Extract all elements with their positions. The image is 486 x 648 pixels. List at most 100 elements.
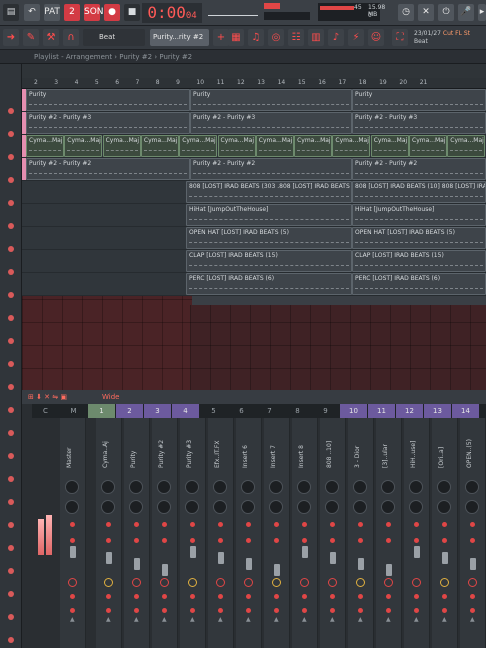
- volume-knob[interactable]: [213, 500, 227, 514]
- tag-icon[interactable]: ⛶: [392, 29, 408, 46]
- route-indicator[interactable]: [162, 594, 167, 599]
- track-enable-dot[interactable]: [8, 499, 14, 505]
- route-indicator[interactable]: [358, 522, 363, 527]
- mixer-column-number[interactable]: 6: [228, 404, 255, 418]
- route-indicator[interactable]: [246, 608, 251, 613]
- route-indicator[interactable]: [470, 594, 475, 599]
- route-indicator[interactable]: [330, 608, 335, 613]
- track-enable-dot[interactable]: [8, 200, 14, 206]
- menu-icon[interactable]: ▤: [3, 4, 19, 21]
- pattern-clip[interactable]: Cyma...Maj: [179, 135, 218, 157]
- mixer-strip[interactable]: 3 - Dior ▲: [348, 418, 374, 648]
- track-enable-dot[interactable]: [8, 361, 14, 367]
- route-indicator[interactable]: [274, 538, 279, 543]
- mixer-column-number[interactable]: 9: [312, 404, 339, 418]
- record-button[interactable]: ●: [104, 4, 120, 21]
- plus-icon[interactable]: +: [213, 29, 229, 46]
- pattern-selector[interactable]: Purity...rity #2: [150, 29, 209, 46]
- mixer-column-number[interactable]: 13: [424, 404, 451, 418]
- route-arrow-icon[interactable]: ▲: [386, 616, 391, 623]
- pan-knob[interactable]: [297, 480, 311, 494]
- pattern-clip[interactable]: Cyma...Maj: [447, 135, 486, 157]
- more-icon[interactable]: ▸: [478, 4, 486, 21]
- mixer-strip[interactable]: Efx..IT.FX ▲: [208, 418, 234, 648]
- fx-enable-ring[interactable]: [328, 578, 337, 587]
- close-icon[interactable]: ✕: [418, 4, 434, 21]
- time-display[interactable]: 0:0004: [142, 3, 202, 23]
- route-arrow-icon[interactable]: ▲: [70, 616, 75, 623]
- plug-icon[interactable]: ⚡: [348, 29, 364, 46]
- route-indicator[interactable]: [386, 608, 391, 613]
- volume-knob[interactable]: [65, 500, 79, 514]
- playlist-track[interactable]: Cyma...Maj Cyma...Maj Cyma...Maj Cyma...Maj…: [22, 135, 486, 158]
- route-indicator[interactable]: [162, 538, 167, 543]
- playlist-track[interactable]: HiHat [JumpOutTheHouse] HiHat [JumpOutThe…: [22, 204, 486, 227]
- route-indicator[interactable]: [442, 594, 447, 599]
- mixer-strip[interactable]: Purity ▲: [124, 418, 150, 648]
- mixer-column-number[interactable]: 14: [452, 404, 479, 418]
- song-button[interactable]: SONG: [84, 4, 111, 21]
- volume-knob[interactable]: [353, 500, 367, 514]
- pan-knob[interactable]: [65, 480, 79, 494]
- mixer-toolbar-icons[interactable]: ⊞ ⬇ ✕ ⇋ ▣: [28, 390, 67, 404]
- pan-knob[interactable]: [157, 480, 171, 494]
- volume-fader[interactable]: [106, 552, 112, 564]
- playlist-track[interactable]: Purity #2 - Purity #2 Purity #2 - Purity …: [22, 158, 486, 181]
- plugin-icon[interactable]: ⏻: [438, 4, 454, 21]
- route-arrow-icon[interactable]: ▲: [134, 616, 139, 623]
- pan-knob[interactable]: [325, 480, 339, 494]
- track-enable-dot[interactable]: [8, 223, 14, 229]
- route-indicator[interactable]: [414, 538, 419, 543]
- pattern-clip[interactable]: Purity #2 - Purity #3: [352, 112, 486, 134]
- route-indicator[interactable]: [470, 538, 475, 543]
- route-indicator[interactable]: [134, 608, 139, 613]
- fx-enable-ring[interactable]: [300, 578, 309, 587]
- route-arrow-icon[interactable]: ▲: [414, 616, 419, 623]
- pattern-clip[interactable]: Purity: [26, 89, 190, 111]
- pattern-clip[interactable]: Cyma...Maj: [255, 135, 294, 157]
- route-arrow-icon[interactable]: ▲: [106, 616, 111, 623]
- pattern-clip[interactable]: Purity #2 - Purity #2: [26, 158, 190, 180]
- track-enable-dot[interactable]: [8, 545, 14, 551]
- pan-knob[interactable]: [269, 480, 283, 494]
- mixer-strip[interactable]: OPEN..(5) ▲: [460, 418, 486, 648]
- playlist-icon[interactable]: ▦: [228, 29, 244, 46]
- mixer-column-number[interactable]: 8: [284, 404, 311, 418]
- fx-enable-ring[interactable]: [132, 578, 141, 587]
- route-indicator[interactable]: [190, 538, 195, 543]
- route-indicator[interactable]: [386, 538, 391, 543]
- track-enable-dot[interactable]: [8, 177, 14, 183]
- route-arrow-icon[interactable]: ▲: [246, 616, 251, 623]
- pattern-clip[interactable]: CLAP [LOST] IRAD BEATS (15): [352, 250, 486, 272]
- route-indicator[interactable]: [414, 608, 419, 613]
- pattern-clip[interactable]: PERC [LOST] IRAD BEATS (6): [186, 273, 352, 295]
- channel-rack-icon[interactable]: ▥: [308, 29, 324, 46]
- playlist-track[interactable]: PERC [LOST] IRAD BEATS (6) PERC [LOST] IR…: [22, 273, 486, 296]
- volume-knob[interactable]: [101, 500, 115, 514]
- pan-knob[interactable]: [185, 480, 199, 494]
- track-enable-dot[interactable]: [8, 591, 14, 597]
- person-icon[interactable]: ☺: [368, 29, 384, 46]
- pattern-clip[interactable]: Cyma...Maj: [294, 135, 333, 157]
- mixer-column-number[interactable]: 11: [368, 404, 395, 418]
- mixer-column-number[interactable]: 1: [88, 404, 115, 418]
- pan-knob[interactable]: [241, 480, 255, 494]
- track-enable-dot[interactable]: [8, 246, 14, 252]
- route-indicator[interactable]: [330, 594, 335, 599]
- route-arrow-icon[interactable]: ▲: [274, 616, 279, 623]
- pattern-clip[interactable]: Purity #2 - Purity #2: [352, 158, 486, 180]
- route-indicator[interactable]: [134, 538, 139, 543]
- track-enable-dot[interactable]: [8, 154, 14, 160]
- route-indicator[interactable]: [134, 522, 139, 527]
- pan-knob[interactable]: [353, 480, 367, 494]
- pattern-clip[interactable]: PERC [LOST] IRAD BEATS (6): [352, 273, 486, 295]
- volume-fader[interactable]: [442, 552, 448, 564]
- playlist-track[interactable]: OPEN HAT [LOST] IRAD BEATS (5) OPEN HAT […: [22, 227, 486, 250]
- volume-knob[interactable]: [185, 500, 199, 514]
- fx-enable-ring[interactable]: [104, 578, 113, 587]
- mixer-column-number[interactable]: C: [32, 404, 59, 418]
- mixer-strip[interactable]: 808 ..10] ▲: [320, 418, 346, 648]
- arrow-right-icon[interactable]: ➜: [3, 29, 19, 46]
- mixer-column-number[interactable]: 2: [116, 404, 143, 418]
- volume-knob[interactable]: [465, 500, 479, 514]
